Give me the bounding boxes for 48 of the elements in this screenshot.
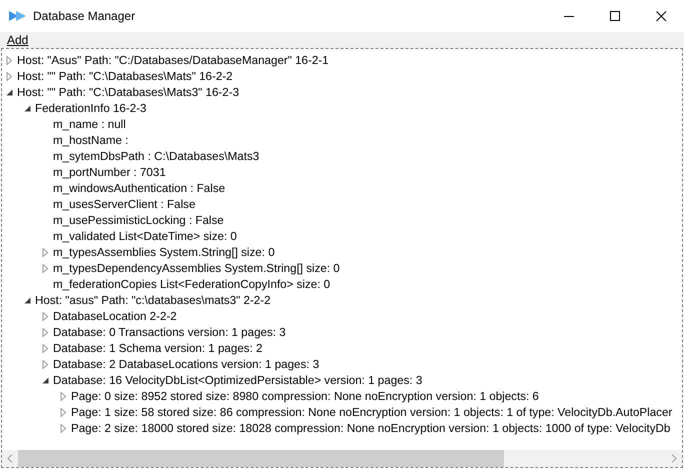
tree-node[interactable]: Host: "Asus" Path: "C:/Databases/DatabaseManager" 16-2-1 <box>17 54 329 66</box>
tree-node[interactable]: Host: "" Path: "C:\Databases\Mats" 16-2-2 <box>17 70 233 82</box>
collapsed-caret-icon[interactable] <box>60 408 67 416</box>
expanded-caret-icon[interactable] <box>6 88 13 96</box>
tree-node[interactable]: m_typesAssemblies System.String[] size: 0 <box>53 246 275 258</box>
collapsed-caret-icon[interactable] <box>42 328 49 336</box>
tree-leaf: m_hostName : <box>53 134 128 146</box>
maximize-icon <box>610 10 620 22</box>
collapsed-caret-icon[interactable] <box>6 56 13 64</box>
tree-leaf: m_sytemDbsPath : C:\Databases\Mats3 <box>53 150 260 162</box>
horizontal-scrollbar[interactable] <box>2 450 682 467</box>
expanded-caret-icon[interactable] <box>24 296 31 304</box>
scroll-right-icon[interactable] <box>671 454 677 463</box>
window-title: Database Manager <box>33 9 136 23</box>
menu-item[interactable]: Add <box>0 33 28 47</box>
collapsed-caret-icon[interactable] <box>42 248 49 256</box>
tree-node[interactable]: Host: "asus" Path: "c:\databases\mats3" 2-2-2 <box>35 294 271 306</box>
tree-leaf: m_windowsAuthentication : False <box>53 182 226 194</box>
scroll-left-icon[interactable] <box>7 454 13 463</box>
tree-node[interactable]: Database: 16 VelocityDbList<OptimizedPersistable> version: 1 pages: 3 <box>53 374 422 386</box>
tree-leaf: m_validated List<DateTime> size: 0 <box>53 230 237 242</box>
collapsed-caret-icon[interactable] <box>42 360 49 368</box>
collapsed-caret-icon[interactable] <box>6 72 13 80</box>
tree-node[interactable]: Page: 1 size: 58 stored size: 86 compression: None noEncryption version: 1 objects: 1 of type: VelocityDb.AutoPlacer <box>71 406 672 418</box>
tree-leaf: m_name : null <box>53 118 126 130</box>
tree-node[interactable]: Page: 0 size: 8952 stored size: 8980 compression: None noEncryption version: 1 objects: 6 <box>71 390 539 402</box>
tree-node[interactable]: Database: 0 Transactions version: 1 pages: 3 <box>53 326 286 338</box>
app-logo-icon <box>9 11 27 21</box>
scrollbar-thumb[interactable] <box>18 450 504 467</box>
tree-leaf: m_federationCopies List<FederationCopyInfo> size: 0 <box>53 278 330 290</box>
collapsed-caret-icon[interactable] <box>42 344 49 352</box>
tree-leaf: m_usesServerClient : False <box>53 198 196 210</box>
collapsed-caret-icon[interactable] <box>42 312 49 320</box>
tree-node[interactable]: DatabaseLocation 2-2-2 <box>53 310 177 322</box>
tree-node[interactable]: Database: 1 Schema version: 1 pages: 2 <box>53 342 262 354</box>
tree-node[interactable]: FederationInfo 16-2-3 <box>35 102 146 114</box>
collapsed-caret-icon[interactable] <box>42 264 49 272</box>
tree-node[interactable]: Database: 2 DatabaseLocations version: 1 pages: 3 <box>53 358 320 370</box>
tree-leaf: m_portNumber : 7031 <box>53 166 166 178</box>
collapsed-caret-icon[interactable] <box>60 392 67 400</box>
tree-node[interactable]: m_typesDependencyAssemblies System.String[] size: 0 <box>53 262 340 274</box>
tree-leaf: m_usePessimisticLocking : False <box>53 214 224 226</box>
tree-node[interactable]: Host: "" Path: "C:\Databases\Mats3" 16-2-3 <box>17 86 240 98</box>
collapsed-caret-icon[interactable] <box>60 424 67 432</box>
expanded-caret-icon[interactable] <box>24 104 31 112</box>
expanded-caret-icon[interactable] <box>42 376 49 384</box>
close-icon <box>656 10 666 22</box>
tree-node[interactable]: Page: 2 size: 18000 stored size: 18028 compression: None noEncryption version: 1 objects: 1000 of type: VelocityDb <box>71 422 670 434</box>
